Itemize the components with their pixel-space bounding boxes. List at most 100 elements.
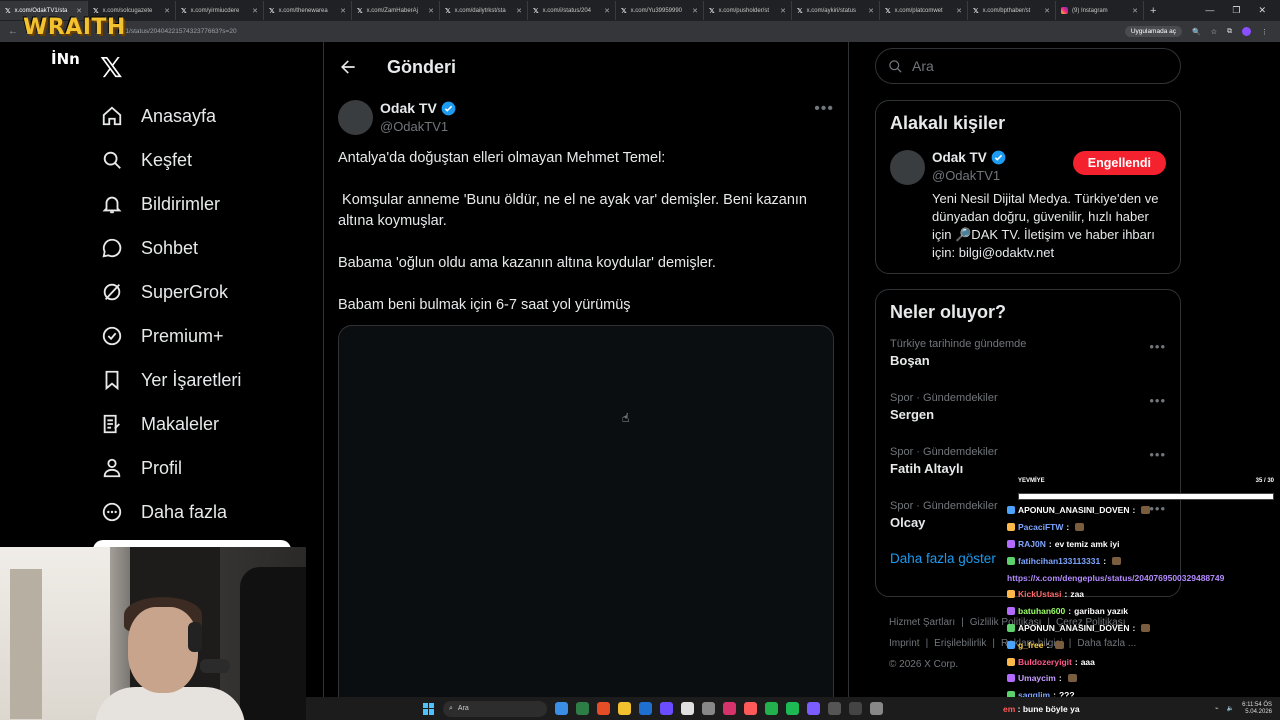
taskbar-app-icon[interactable] bbox=[660, 702, 673, 715]
chat-username[interactable]: fatihcihan133113331 bbox=[1018, 556, 1100, 566]
browser-tab[interactable]: 𝕏x.com/ZamHaberAj ✕ bbox=[352, 1, 440, 20]
network-icon[interactable]: ⌁ bbox=[1215, 705, 1219, 712]
tab-close-icon[interactable]: ✕ bbox=[164, 7, 170, 15]
footer-link[interactable]: Imprint bbox=[889, 638, 920, 649]
back-nav-icon[interactable]: ← bbox=[8, 26, 24, 37]
footer-link[interactable]: Hizmet Şartları bbox=[889, 617, 955, 628]
chat-username[interactable]: Umaycim bbox=[1018, 673, 1056, 683]
sidebar-item-9[interactable]: Daha fazla bbox=[100, 490, 241, 534]
browser-tab[interactable]: 𝕏x.com/dailytrkst/sta ✕ bbox=[440, 1, 528, 20]
tab-close-icon[interactable]: ✕ bbox=[252, 7, 258, 15]
profile-icon[interactable] bbox=[1242, 27, 1251, 36]
windows-start-icon[interactable] bbox=[423, 702, 435, 715]
taskbar-app-icon[interactable] bbox=[807, 702, 820, 715]
browser-tab[interactable]: 𝕏x.com/thenewarea ✕ bbox=[264, 1, 352, 20]
taskbar-app-icon[interactable] bbox=[849, 702, 862, 715]
author-name[interactable]: Odak TV bbox=[380, 100, 437, 116]
taskbar-app-icon[interactable] bbox=[786, 702, 799, 715]
volume-icon[interactable]: 🔈 bbox=[1227, 705, 1234, 712]
tab-close-icon[interactable]: ✕ bbox=[1044, 7, 1050, 15]
chat-username[interactable]: RAJ0N bbox=[1018, 539, 1046, 549]
trend-item[interactable]: Spor · Gündemdekiler Sergen ••• bbox=[876, 385, 1180, 439]
tab-close-icon[interactable]: ✕ bbox=[76, 7, 82, 15]
sidebar-item-3[interactable]: Sohbet bbox=[100, 226, 241, 270]
tab-close-icon[interactable]: ✕ bbox=[428, 7, 434, 15]
taskbar-search[interactable]: ⌕ Ara bbox=[443, 700, 547, 717]
taskbar-app-icon[interactable] bbox=[702, 702, 715, 715]
tab-close-icon[interactable]: ✕ bbox=[340, 7, 346, 15]
taskbar-app-icon[interactable] bbox=[765, 702, 778, 715]
chat-username[interactable]: PacaciFTW bbox=[1018, 522, 1063, 532]
footer-link[interactable]: Erişilebilirlik bbox=[934, 638, 986, 649]
sidebar-item-8[interactable]: Profil bbox=[100, 446, 241, 490]
related-person[interactable]: Odak TV @OdakTV1 Yeni Nesil Dijital Medy… bbox=[876, 134, 1180, 262]
sidebar-item-0[interactable]: Anasayfa bbox=[100, 94, 241, 138]
related-name[interactable]: Odak TV bbox=[932, 150, 987, 165]
chat-username[interactable]: KickUstasi bbox=[1018, 589, 1061, 599]
chat-link[interactable]: https://x.com/dengeplus/status/204076950… bbox=[1007, 573, 1224, 583]
blocked-button[interactable]: Engellendi bbox=[1072, 151, 1166, 175]
taskbar-app-icon[interactable] bbox=[723, 702, 736, 715]
profile-icon bbox=[100, 456, 124, 480]
avatar[interactable] bbox=[890, 150, 925, 185]
x-logo-icon[interactable]: 𝕏 bbox=[100, 54, 123, 82]
taskbar-app-icon[interactable] bbox=[576, 702, 589, 715]
more-options-icon[interactable]: ••• bbox=[814, 100, 834, 118]
tab-close-icon[interactable]: ✕ bbox=[956, 7, 962, 15]
tab-close-icon[interactable]: ✕ bbox=[516, 7, 522, 15]
search-input[interactable]: Ara bbox=[875, 48, 1181, 84]
avatar[interactable] bbox=[338, 100, 373, 135]
taskbar-app-icon[interactable] bbox=[555, 702, 568, 715]
browser-tab[interactable]: 𝕏x.com/aykiri/status ✕ bbox=[792, 1, 880, 20]
browser-tab[interactable]: 𝕏x.com/Yu39959990 ✕ bbox=[616, 1, 704, 20]
sidebar-item-7[interactable]: Makaleler bbox=[100, 402, 241, 446]
more-options-icon[interactable]: ••• bbox=[1149, 339, 1166, 354]
chat-username[interactable]: g_free bbox=[1018, 640, 1044, 650]
taskbar-date[interactable]: 5.04.2026 bbox=[1242, 709, 1272, 716]
taskbar-app-icon[interactable] bbox=[618, 702, 631, 715]
taskbar-app-icon[interactable] bbox=[597, 702, 610, 715]
sidebar-item-1[interactable]: Keşfet bbox=[100, 138, 241, 182]
browser-tab[interactable]: (9) Instagram ✕ bbox=[1056, 1, 1144, 20]
browser-tab[interactable]: 𝕏x.com/i/status/204 ✕ bbox=[528, 1, 616, 20]
taskbar-app-icon[interactable] bbox=[681, 702, 694, 715]
url-text[interactable]: 3/1/status/2040422157432377663?s=20 bbox=[120, 28, 237, 35]
browser-tab[interactable]: 𝕏x.com/pusholder/st ✕ bbox=[704, 1, 792, 20]
more-options-icon[interactable]: ••• bbox=[1149, 393, 1166, 408]
chat-username[interactable]: APONUN_ANASINI_DOVEN bbox=[1018, 505, 1129, 515]
tab-close-icon[interactable]: ✕ bbox=[868, 7, 874, 15]
chat-username[interactable]: APONUN_ANASINI_DOVEN bbox=[1018, 623, 1129, 633]
sidebar-item-4[interactable]: SuperGrok bbox=[100, 270, 241, 314]
browser-menu-icon[interactable]: ⋮ bbox=[1261, 28, 1268, 36]
close-window-icon[interactable]: ✕ bbox=[1258, 5, 1266, 16]
browser-tab[interactable]: 𝕏x.com/bpthaber/st ✕ bbox=[968, 1, 1056, 20]
more-options-icon[interactable]: ••• bbox=[1149, 447, 1166, 462]
author-handle[interactable]: @OdakTV1 bbox=[380, 119, 456, 134]
taskbar-app-icon[interactable] bbox=[639, 702, 652, 715]
sidebar-item-6[interactable]: Yer İşaretleri bbox=[100, 358, 241, 402]
taskbar-time[interactable]: 6:11:54 ÖS bbox=[1242, 702, 1272, 709]
zoom-icon[interactable]: 🔍 bbox=[1192, 28, 1201, 36]
open-in-app-button[interactable]: Uygulamada aç bbox=[1124, 26, 1182, 37]
sidebar-item-2[interactable]: Bildirimler bbox=[100, 182, 241, 226]
taskbar-app-icon[interactable] bbox=[870, 702, 883, 715]
maximize-icon[interactable]: ❐ bbox=[1232, 5, 1240, 16]
browser-tab[interactable]: 𝕏x.com/platcomwet ✕ bbox=[880, 1, 968, 20]
minimize-icon[interactable]: — bbox=[1205, 5, 1214, 16]
tab-close-icon[interactable]: ✕ bbox=[1132, 7, 1138, 15]
new-tab-icon[interactable]: + bbox=[1150, 5, 1156, 17]
taskbar-app-icon[interactable] bbox=[744, 702, 757, 715]
tab-close-icon[interactable]: ✕ bbox=[692, 7, 698, 15]
chat-username[interactable]: batuhan600 bbox=[1018, 606, 1065, 616]
bookmark-star-icon[interactable]: ☆ bbox=[1211, 28, 1217, 36]
browser-tab[interactable]: 𝕏x.com/yirmiucdere ✕ bbox=[176, 1, 264, 20]
post-media-video[interactable]: ☝ bbox=[338, 325, 834, 720]
extensions-icon[interactable]: ⧉ bbox=[1227, 28, 1232, 36]
sidebar-item-5[interactable]: Premium+ bbox=[100, 314, 241, 358]
taskbar-app-icon[interactable] bbox=[828, 702, 841, 715]
chat-username[interactable]: Buldozeryigit bbox=[1018, 657, 1072, 667]
back-arrow-icon[interactable] bbox=[338, 57, 358, 77]
tab-close-icon[interactable]: ✕ bbox=[780, 7, 786, 15]
trend-item[interactable]: Türkiye tarihinde gündemde Boşan ••• bbox=[876, 331, 1180, 385]
tab-close-icon[interactable]: ✕ bbox=[604, 7, 610, 15]
